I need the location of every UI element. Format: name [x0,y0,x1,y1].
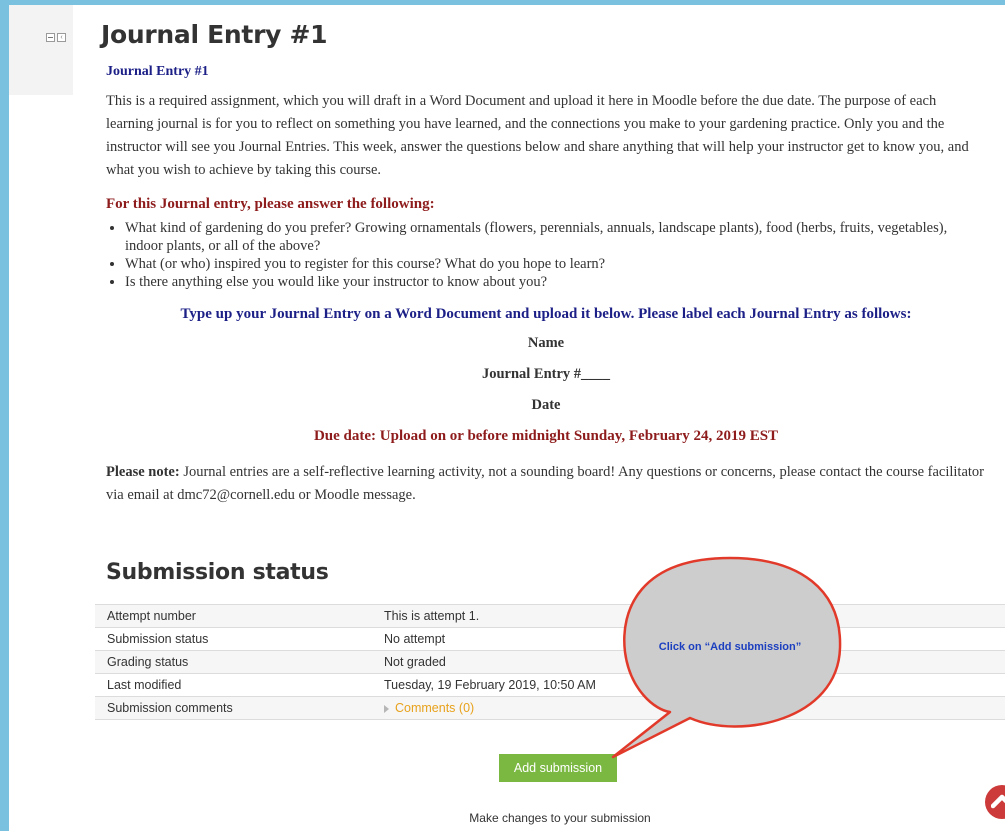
side-block: ‹ [9,5,73,95]
questions-heading: For this Journal entry, please answer th… [106,196,435,212]
note-label: Please note: [106,464,180,480]
note-text: Journal entries are a self-reflective le… [106,464,985,503]
submission-status-table: Attempt number This is attempt 1. Submis… [95,604,1005,720]
list-item: Is there anything else you would like yo… [125,273,986,291]
row-label: Grading status [95,650,372,674]
upload-instruction: Type up your Journal Entry on a Word Doc… [180,306,912,322]
callout-text: Click on “Add submission” [658,641,802,653]
list-item: What kind of gardening do you prefer? Gr… [125,219,986,255]
submission-status-heading: Submission status [106,560,329,585]
intro-paragraph: This is a required assignment, which you… [106,93,969,178]
top-frame-edge [0,0,1005,5]
note-paragraph: Please note: Journal entries are a self-… [106,461,986,507]
label-line-date: Date [531,397,561,413]
assignment-intro: Journal Entry #1 This is a required assi… [106,64,986,507]
table-row: Submission comments Comments (0) [95,696,1005,720]
block-controls: ‹ [46,33,66,42]
add-submission-button[interactable]: Add submission [499,754,617,782]
table-row: Last modified Tuesday, 19 February 2019,… [95,673,1005,697]
minimize-icon[interactable] [46,33,55,42]
questions-list: What kind of gardening do you prefer? Gr… [106,219,986,291]
expand-triangle-icon[interactable] [384,704,389,713]
table-row: Attempt number This is attempt 1. [95,604,1005,628]
make-changes-text: Make changes to your submission [469,811,651,825]
due-date: Due date: Upload on or before midnight S… [313,428,779,444]
table-row: Submission status No attempt [95,627,1005,651]
chevron-up-icon [991,794,1005,809]
label-line-name: Name [527,335,565,351]
row-value: This is attempt 1. [372,604,1005,628]
list-item: What (or who) inspired you to register f… [125,255,986,273]
row-label: Submission status [95,627,372,651]
table-row: Grading status Not graded [95,650,1005,674]
comments-link[interactable]: Comments (0) [395,701,474,715]
row-label: Submission comments [95,696,372,720]
left-frame-edge [0,0,9,831]
row-value: Tuesday, 19 February 2019, 10:50 AM [372,673,1005,697]
page-title: Journal Entry #1 [101,20,328,49]
row-label: Last modified [95,673,372,697]
row-value: Comments (0) [372,696,1005,720]
intro-subheading: Journal Entry #1 [106,64,209,79]
label-line-entry: Journal Entry #____ [481,366,611,382]
row-value: Not graded [372,650,1005,674]
row-label: Attempt number [95,604,372,628]
chevron-left-icon[interactable]: ‹ [57,33,66,42]
